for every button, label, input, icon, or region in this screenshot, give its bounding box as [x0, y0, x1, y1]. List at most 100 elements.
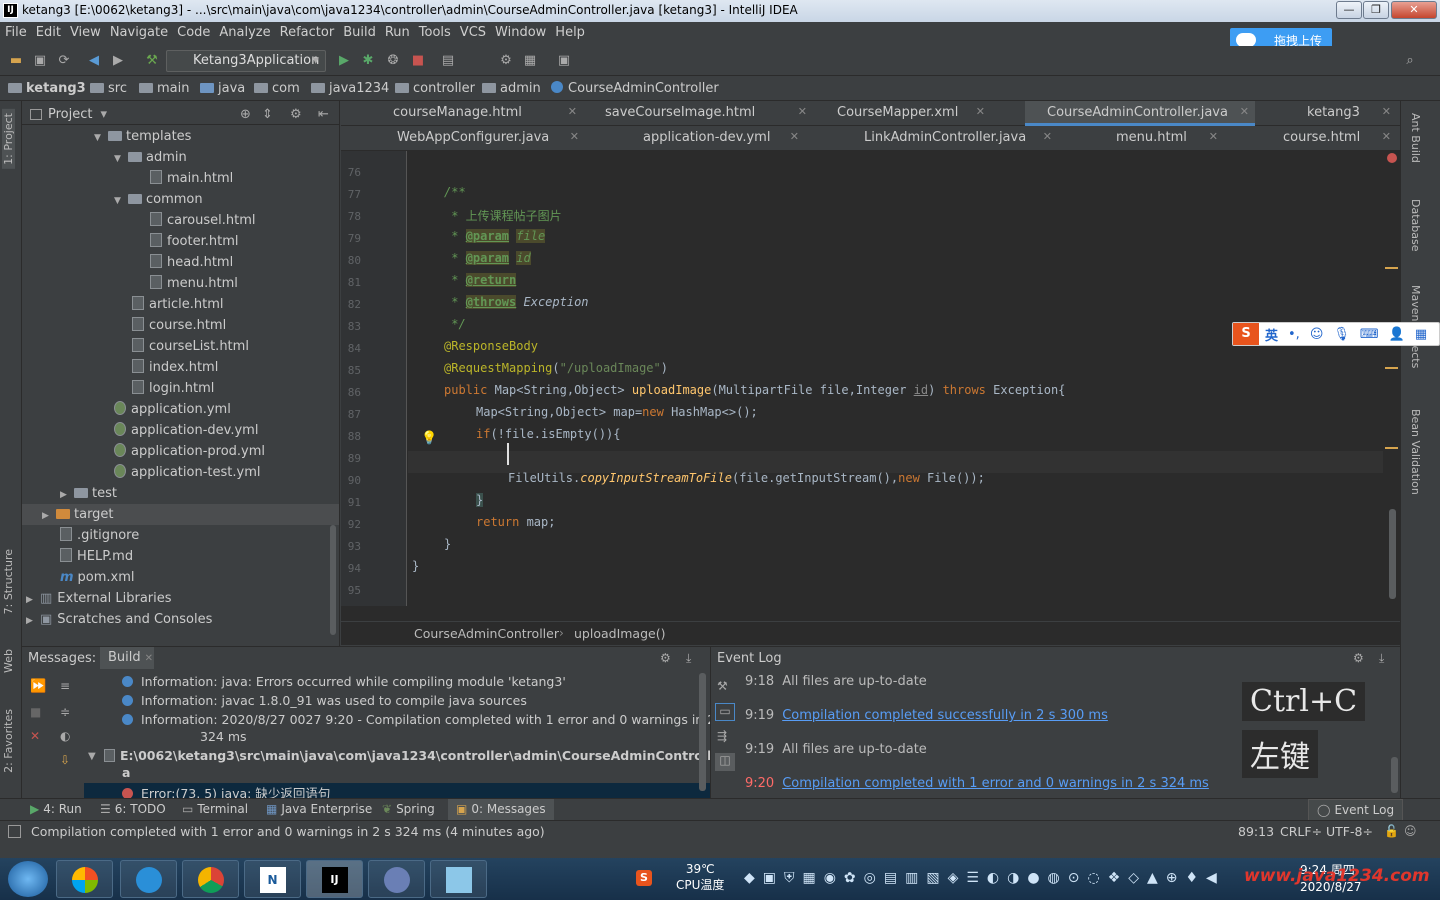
tree-item[interactable]: ▶ test — [60, 483, 117, 504]
tree-item[interactable]: footer.html — [150, 231, 238, 252]
tree-item[interactable]: main.html — [150, 168, 233, 189]
tool-tab-messages[interactable]: ▣ 0: Messages — [448, 799, 554, 821]
tab-ketang3[interactable]: ketang3 ✕ — [1285, 101, 1397, 126]
tree-item[interactable]: carousel.html — [150, 210, 256, 231]
tool-tab-web[interactable]: Web — [2, 649, 15, 673]
breadcrumb-item[interactable]: java1234 — [311, 81, 389, 96]
tree-item[interactable]: ▶ ▥ External Libraries — [26, 588, 172, 609]
tool-tab-favorites[interactable]: 2: Favorites — [2, 709, 15, 773]
ime-language-toggle[interactable]: 英 — [1265, 325, 1278, 344]
tree-item[interactable]: article.html — [132, 294, 224, 315]
tree-item[interactable]: course.html — [132, 315, 226, 336]
forward-icon[interactable]: ▶ — [110, 53, 126, 69]
sogou-logo-icon[interactable]: S — [1233, 323, 1259, 345]
gear-icon[interactable]: ⚙ — [1353, 651, 1364, 665]
run-icon[interactable]: ▶ — [336, 53, 352, 69]
toolbox-icon[interactable]: ▦ — [1415, 327, 1427, 342]
scrollbar[interactable] — [1391, 757, 1398, 793]
tree-item[interactable]: application.yml — [114, 399, 231, 420]
warning-marker[interactable] — [1385, 367, 1398, 369]
settings-icon[interactable]: ⚒ — [717, 679, 728, 693]
sogou-tray-icon[interactable]: S — [636, 870, 652, 886]
lightbulb-icon[interactable]: 💡 — [421, 431, 437, 446]
caret-position[interactable]: 89:13 — [1238, 824, 1274, 839]
tab-savecourseimage[interactable]: saveCourseImage.html ✕ — [583, 101, 813, 126]
system-tray-icons[interactable]: ◆▣⛨▦◉✿◎▤▥▧◈☰◐◑●◍⊙◌❖◇▲⊕♦◀ — [744, 870, 1225, 886]
breadcrumb-item[interactable]: CourseAdminController — [551, 81, 719, 96]
tab-coursemapper[interactable]: CourseMapper.xml ✕ — [815, 101, 991, 126]
warning-filter-icon[interactable]: ◐ — [60, 729, 70, 743]
tab-application-dev[interactable]: application-dev.yml ✕ — [621, 126, 805, 151]
tree-item[interactable]: .gitignore — [60, 525, 139, 546]
tree-item-selected[interactable]: ▶ target — [22, 504, 339, 525]
tool-tab-spring[interactable]: ❦ Spring — [382, 802, 435, 816]
tool-tab-database[interactable]: Database — [1409, 199, 1422, 252]
hide-icon[interactable]: ⤓ — [1379, 651, 1384, 666]
open-folder-icon[interactable]: ▬ — [8, 53, 24, 69]
run-configuration-select[interactable]: Ketang3Application ▾ — [166, 50, 326, 72]
breadcrumb-item[interactable]: java — [200, 81, 245, 96]
menu-help[interactable]: Help — [550, 22, 589, 40]
menu-analyze[interactable]: Analyze — [214, 22, 274, 40]
warning-marker[interactable] — [1385, 267, 1398, 269]
taskbar-app[interactable]: N — [244, 860, 301, 898]
voice-icon[interactable]: 🎙 — [1333, 327, 1350, 342]
menu-file[interactable]: File — [0, 22, 31, 40]
tool-tab-todo[interactable]: ☰ 6: TODO — [100, 802, 166, 816]
menu-tools[interactable]: Tools — [414, 22, 455, 40]
tree-item[interactable]: ▼ common — [114, 189, 203, 210]
save-icon[interactable]: ▣ — [32, 53, 48, 69]
tab-course[interactable]: course.html ✕ — [1261, 126, 1397, 151]
tab-courseadmincontroller[interactable]: CourseAdminController.java ✕ — [1025, 101, 1255, 126]
tab-webappconfigurer[interactable]: WebAppConfigurer.java ✕ — [375, 126, 585, 151]
menu-build[interactable]: Build — [338, 22, 380, 40]
toggle-tool-windows-icon[interactable] — [8, 825, 21, 838]
mark-read-icon[interactable]: ◫ — [715, 753, 735, 771]
menu-navigate[interactable]: Navigate — [105, 22, 172, 40]
sdk-icon[interactable]: ▣ — [556, 53, 572, 69]
tool-tab-java-enterprise[interactable]: ▦ Java Enterprise — [266, 802, 372, 816]
editor-scrollbar[interactable] — [1389, 509, 1396, 599]
settings-icon[interactable]: ⚙ — [498, 53, 514, 69]
layout-icon[interactable]: ▤ — [440, 53, 456, 69]
search-everywhere-icon[interactable]: ⌕ — [1402, 53, 1418, 69]
tree-item[interactable]: m pom.xml — [60, 567, 135, 588]
tab-coursemanage[interactable]: courseManage.html ✕ — [371, 101, 583, 126]
tree-item[interactable]: ▼ templates — [94, 126, 191, 147]
inspector-icon[interactable]: ☺ — [1404, 824, 1417, 838]
breadcrumb-item[interactable]: src — [90, 81, 127, 96]
menu-refactor[interactable]: Refactor — [275, 22, 339, 40]
tab-build[interactable]: Build ✕ — [100, 647, 154, 669]
tab-menu[interactable]: menu.html ✕ — [1094, 126, 1224, 151]
tree-item[interactable]: courseList.html — [132, 336, 249, 357]
tree-item[interactable]: application-dev.yml — [114, 420, 258, 441]
tree-item[interactable]: ▶ ▣ Scratches and Consoles — [26, 609, 212, 630]
stop-icon[interactable]: ■ — [30, 705, 41, 719]
taskbar-app[interactable] — [120, 860, 177, 898]
tab-linkadmincontroller[interactable]: LinkAdminController.java ✕ — [842, 126, 1058, 151]
file-encoding[interactable]: UTF-8÷ — [1326, 824, 1373, 839]
debug-icon[interactable]: ✱ — [360, 53, 376, 69]
file-path[interactable]: E:\0062\ketang3\src\main\java\com\java12… — [104, 748, 750, 763]
tool-tab-event-log[interactable]: ◯ Event Log — [1308, 799, 1404, 821]
tree-item[interactable]: HELP.md — [60, 546, 133, 567]
collapse-icon[interactable]: ⇕ — [262, 107, 273, 122]
tree-item[interactable]: menu.html — [150, 273, 238, 294]
tree-item[interactable]: application-test.yml — [114, 462, 260, 483]
back-icon[interactable]: ◀ — [86, 53, 102, 69]
tool-tab-run[interactable]: ▶ 4: Run — [30, 802, 82, 816]
stop-icon[interactable]: ■ — [410, 53, 426, 69]
punctuation-icon[interactable]: •, — [1288, 327, 1300, 342]
tree-item[interactable]: login.html — [132, 378, 214, 399]
close-window-button[interactable]: ✕ — [1391, 1, 1437, 19]
collapse-all-icon[interactable]: ≑ — [60, 705, 70, 719]
menu-window[interactable]: Window — [490, 22, 550, 40]
lock-icon[interactable]: 🔓 — [1384, 824, 1399, 838]
taskbar-intellij[interactable]: IJ — [306, 860, 363, 898]
tree-item[interactable]: index.html — [132, 357, 218, 378]
scrollbar[interactable] — [330, 525, 336, 635]
status-message[interactable]: Compilation completed with 1 error and 0… — [31, 824, 545, 839]
menu-run[interactable]: Run — [380, 22, 414, 40]
menu-edit[interactable]: Edit — [31, 22, 65, 40]
tree-item[interactable]: head.html — [150, 252, 233, 273]
